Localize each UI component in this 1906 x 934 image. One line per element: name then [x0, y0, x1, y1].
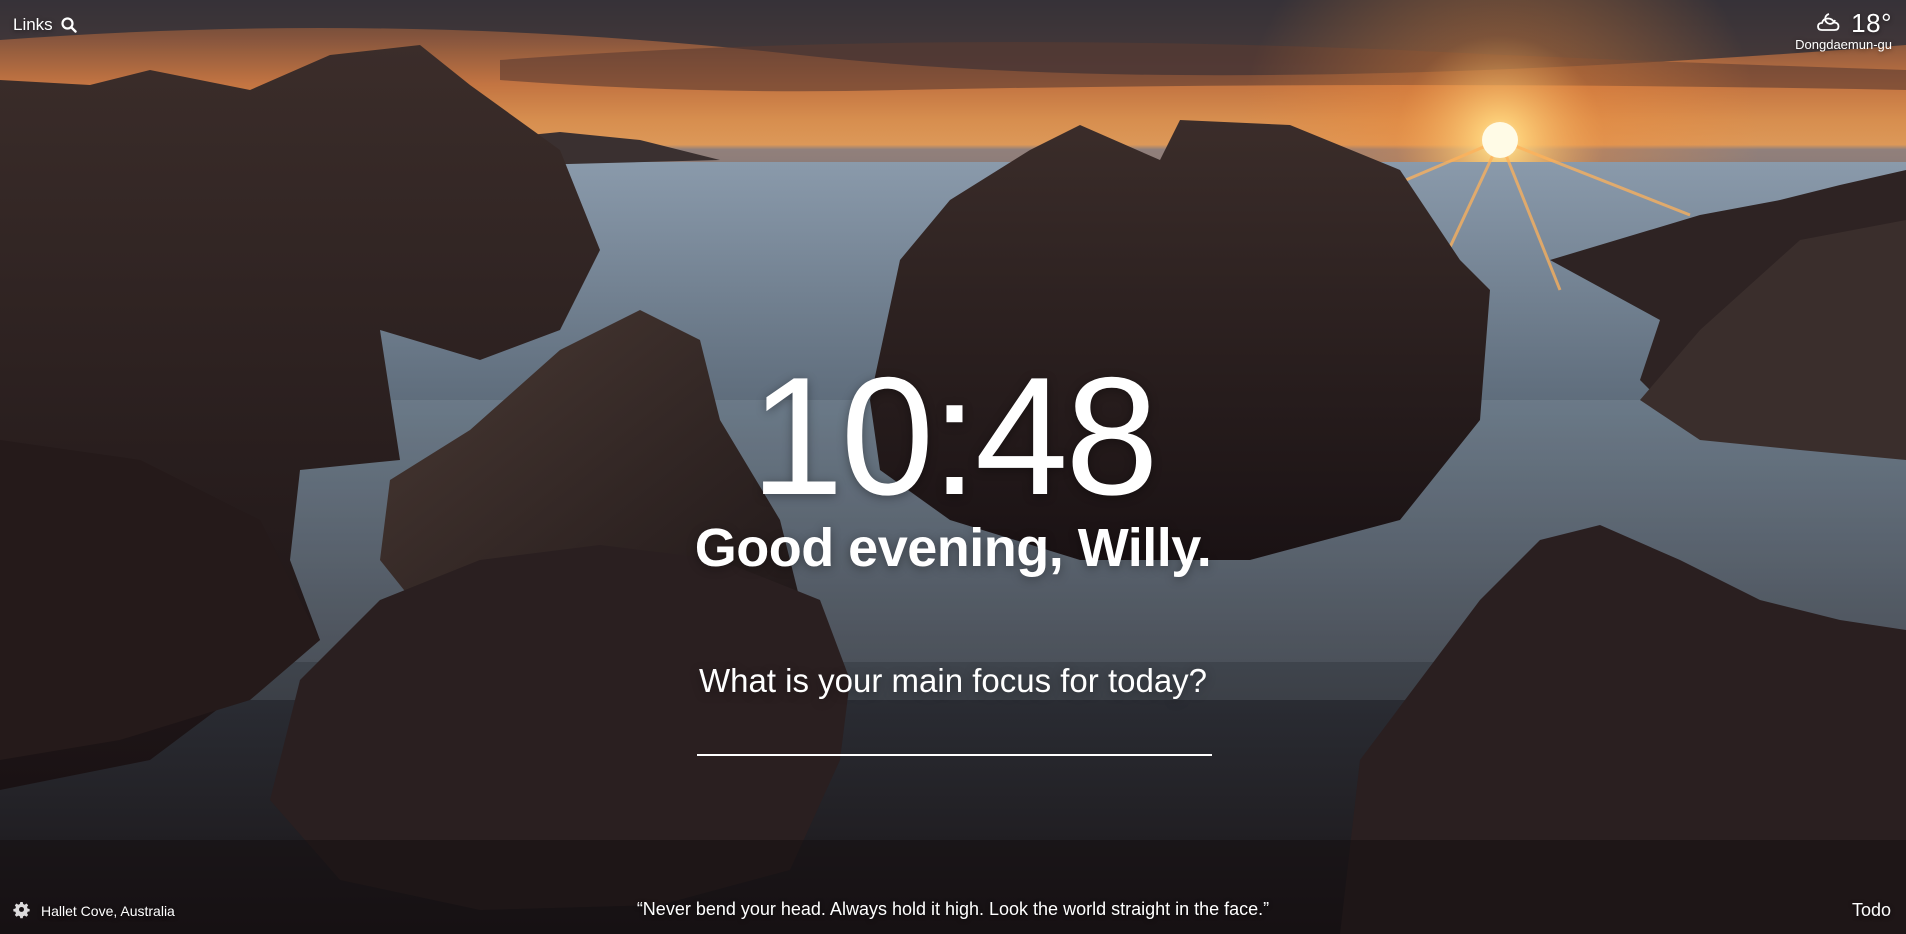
clock-time: 10:48 [750, 342, 1158, 530]
todo-button[interactable]: Todo [1852, 900, 1891, 921]
daily-quote[interactable]: “Never bend your head. Always hold it hi… [0, 899, 1906, 920]
weather-widget[interactable]: 18° Dongdaemun-gu [1795, 8, 1892, 52]
weather-temperature: 18° [1851, 8, 1892, 38]
cloud-moon-icon [1815, 8, 1845, 39]
focus-input[interactable] [697, 700, 1212, 756]
focus-question: What is your main focus for today? [698, 662, 1208, 699]
greeting-text: Good evening, Willy. [694, 518, 1212, 578]
links-button[interactable]: Links [13, 15, 53, 35]
search-icon[interactable] [61, 17, 77, 33]
weather-summary: 18° [1795, 8, 1892, 39]
weather-location: Dongdaemun-gu [1795, 37, 1892, 52]
links-bar: Links [13, 15, 77, 35]
